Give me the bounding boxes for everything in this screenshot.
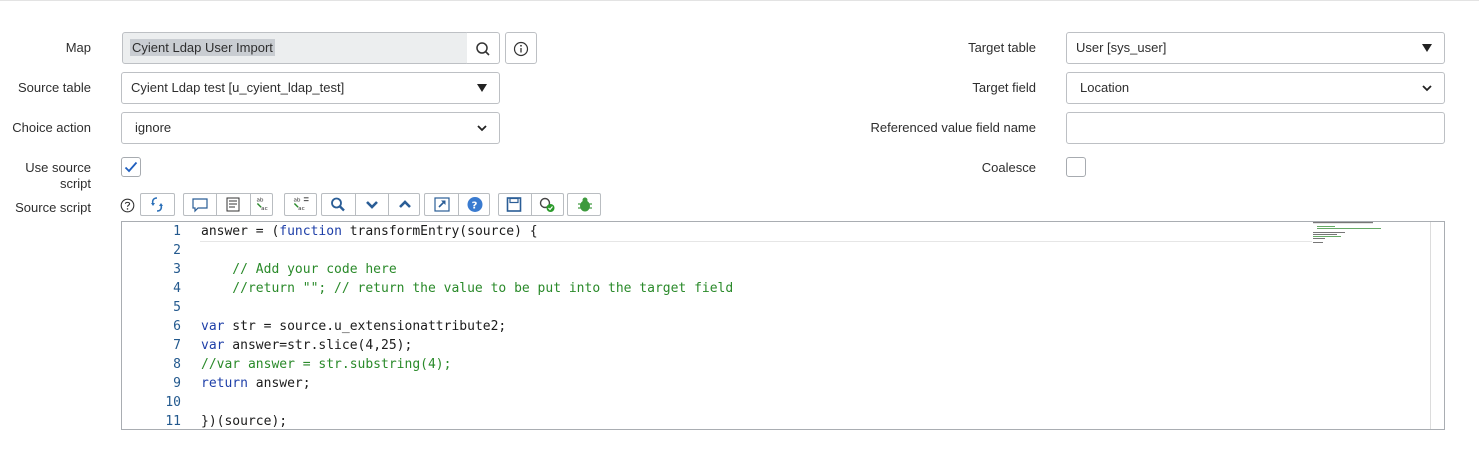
editor-tools-group-1: ab ac: [183, 193, 273, 216]
source-table-select[interactable]: Cyient Ldap test [u_cyient_ldap_test]: [121, 72, 500, 104]
target-field-value: Location: [1080, 80, 1130, 95]
line-number: 1: [173, 224, 181, 239]
search-next-icon[interactable]: [363, 196, 381, 213]
coalesce-checkbox[interactable]: [1066, 157, 1086, 177]
format-code-icon: [151, 197, 163, 212]
map-info-button[interactable]: [505, 32, 537, 64]
target-table-label: Target table: [968, 40, 1036, 55]
search-code-icon[interactable]: [329, 196, 347, 213]
script-help-icon[interactable]: ?: [466, 196, 484, 213]
line-number: 11: [165, 414, 181, 429]
replace-all-icon: ab ac: [293, 197, 309, 212]
line-number: 8: [173, 357, 181, 372]
dropdown-caret-icon: [477, 84, 487, 92]
fullscreen-icon[interactable]: [433, 196, 451, 213]
code-line: var str = source.u_extensionattribute2;: [201, 319, 507, 334]
svg-text:ac: ac: [261, 206, 268, 212]
chevron-down-icon: [1422, 85, 1432, 92]
help-circle-icon[interactable]: [120, 198, 135, 213]
replace-all-button[interactable]: ab ac: [284, 193, 317, 216]
source-table-label: Source table: [18, 80, 91, 95]
format-code-button[interactable]: [140, 193, 175, 216]
code-line: return answer;: [201, 376, 311, 391]
line-number: 2: [173, 243, 181, 258]
code-line: // Add your code here: [201, 262, 397, 277]
line-number: 10: [165, 395, 181, 410]
map-lookup-button[interactable]: [467, 32, 500, 64]
target-table-value: User [sys_user]: [1076, 40, 1167, 55]
referenced-value-field-name-label: Referenced value field name: [870, 120, 1037, 135]
replace-icon[interactable]: ab ac: [255, 195, 273, 212]
target-field-select[interactable]: Location: [1066, 72, 1445, 104]
svg-text:ab: ab: [256, 198, 263, 204]
code-minimap[interactable]: [1313, 222, 1393, 262]
target-table-select[interactable]: User [sys_user]: [1066, 32, 1445, 64]
toggle-comment-icon[interactable]: [191, 196, 209, 213]
line-number: 7: [173, 338, 181, 353]
map-value: Cyient Ldap User Import: [130, 39, 275, 56]
line-number: 3: [173, 262, 181, 277]
svg-text:ab: ab: [293, 198, 300, 204]
search-prev-icon[interactable]: [396, 196, 414, 213]
line-number: 9: [173, 376, 181, 391]
use-source-script-label: Use source script: [25, 160, 91, 191]
checkmark-icon: [124, 161, 138, 173]
use-source-script-checkbox[interactable]: [121, 157, 141, 177]
save-icon[interactable]: [505, 196, 523, 213]
script-debug-icon[interactable]: [538, 196, 556, 213]
search-icon: [476, 42, 490, 56]
code-line: })(source);: [201, 414, 288, 429]
line-number: 4: [173, 281, 181, 296]
referenced-value-field-name-input[interactable]: [1066, 112, 1445, 144]
debugger-button[interactable]: [567, 193, 601, 216]
source-table-value: Cyient Ldap test [u_cyient_ldap_test]: [131, 80, 345, 95]
svg-text:?: ?: [472, 201, 478, 212]
source-script-label: Source script: [15, 200, 91, 215]
code-line: //var answer = str.substring(4);: [201, 357, 452, 372]
code-line: answer = (function transformEntry(source…: [201, 224, 538, 239]
code-line: //return ""; // return the value to be p…: [201, 281, 734, 296]
choice-action-label: Choice action: [12, 120, 91, 135]
map-label: Map: [65, 40, 91, 55]
chevron-down-icon: [477, 125, 487, 132]
top-divider: [0, 0, 1479, 1]
coalesce-label: Coalesce: [981, 160, 1036, 175]
map-field[interactable]: Cyient Ldap User Import: [122, 32, 469, 64]
debugger-icon: [578, 197, 592, 212]
save-tools-group: [498, 193, 564, 216]
line-number-gutter: 1 2 3 4 5 6 7 8 9 10 11: [122, 222, 182, 429]
choice-action-value: ignore: [135, 120, 172, 135]
search-tools-group: [321, 193, 420, 216]
info-icon: [513, 41, 529, 57]
editor-scrollbar[interactable]: [1430, 222, 1431, 429]
insert-script-icon[interactable]: [224, 196, 242, 213]
code-content[interactable]: answer = (function transformEntry(source…: [201, 222, 733, 429]
target-field-label: Target field: [972, 80, 1036, 95]
script-editor[interactable]: 1 2 3 4 5 6 7 8 9 10 11 answer = (functi…: [121, 221, 1445, 430]
active-line-highlight: [200, 241, 1312, 242]
line-number: 5: [173, 300, 181, 315]
view-tools-group: ?: [424, 193, 490, 216]
dropdown-caret-icon: [1422, 44, 1432, 52]
svg-text:ac: ac: [298, 206, 305, 212]
line-number: 6: [173, 319, 181, 334]
choice-action-select[interactable]: ignore: [121, 112, 500, 144]
code-line: var answer=str.slice(4,25);: [201, 338, 413, 353]
